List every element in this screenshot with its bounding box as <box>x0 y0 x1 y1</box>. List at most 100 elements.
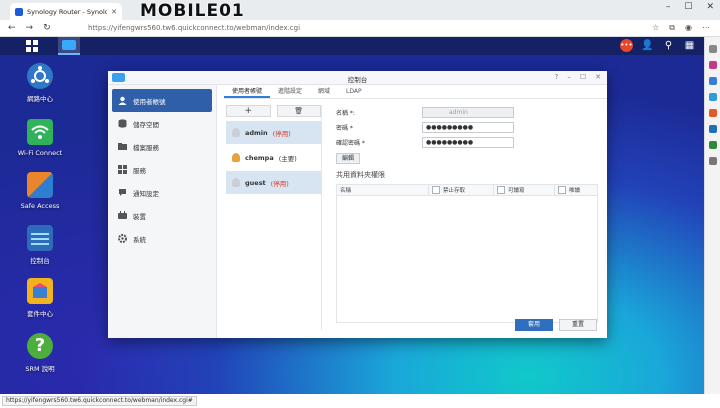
forward-icon[interactable]: → <box>26 23 34 33</box>
sidebar-item-label: 使用者帳號 <box>133 97 166 106</box>
main-menu-grid-icon[interactable] <box>26 40 38 52</box>
permissions-table-body <box>337 196 597 322</box>
close-icon[interactable]: ✕ <box>595 73 601 81</box>
list-item-user-admin[interactable]: admin (停用) <box>226 121 321 144</box>
dsm-taskbar: ••• 👤 ⚲ ▦ <box>0 37 704 55</box>
back-icon[interactable]: ← <box>8 23 16 33</box>
name-label: 名稱 *: <box>336 110 355 117</box>
desktop-icon-wifi-connect[interactable]: Wi-Fi Connect <box>0 119 80 157</box>
desktop-icon-package-center[interactable]: 套件中心 <box>0 278 80 318</box>
sidebar-item-notification[interactable]: 通知設定 <box>112 181 212 204</box>
help-icon: ? <box>27 333 53 359</box>
tab-domain[interactable]: 網域 <box>310 85 338 98</box>
sidebar-item-user-account[interactable]: 使用者帳號 <box>112 89 212 112</box>
notification-chat-icon[interactable]: ••• <box>620 39 633 52</box>
user-account-icon[interactable]: 👤 <box>641 39 654 52</box>
url-field[interactable]: https://yifengwrs560.tw6.quickconnect.to… <box>88 24 652 32</box>
permissions-table-header: 名稱 禁止存取 可讀寫 唯讀 <box>337 185 597 196</box>
storage-icon <box>118 119 127 128</box>
password-field[interactable]: ●●●●●●●●● <box>422 122 514 133</box>
edit-button[interactable]: 編輯 <box>336 153 360 164</box>
browser-tab[interactable]: Synology Router - Synology R... ✕ <box>10 3 122 20</box>
desktop-icon-label: SRM 說明 <box>25 365 55 373</box>
maximize-icon[interactable]: ☐ <box>684 2 692 12</box>
control-panel-icon <box>27 225 53 251</box>
more-icon[interactable]: ⋯ <box>702 23 710 33</box>
control-panel-sidebar: 使用者帳號 儲存空間 檔案服務 服務 通知設定 裝置 系統 <box>108 85 217 338</box>
maximize-icon[interactable]: ☐ <box>580 73 586 81</box>
tab-user-account[interactable]: 使用者帳號 <box>224 85 271 98</box>
games-icon[interactable] <box>708 93 717 101</box>
apply-button[interactable]: 套用 <box>515 319 553 331</box>
trash-icon: 🗑 <box>294 107 304 115</box>
browser-tab-title: Synology Router - Synology R... <box>27 7 108 16</box>
close-icon[interactable]: ✕ <box>706 2 714 12</box>
reset-button[interactable]: 重置 <box>559 319 597 331</box>
close-tab-icon[interactable]: ✕ <box>111 8 117 16</box>
user-list-toolbar: + 🗑 <box>226 105 321 117</box>
sidebar-item-storage[interactable]: 儲存空間 <box>112 112 212 135</box>
confirm-password-label: 確認密碼 * <box>336 140 365 147</box>
sidebar-item-system[interactable]: 系統 <box>112 227 212 250</box>
widgets-icon[interactable]: ▦ <box>683 39 696 52</box>
search-icon[interactable] <box>708 45 717 53</box>
list-item-user-guest[interactable]: guest (停用) <box>226 171 321 194</box>
user-avatar-icon <box>232 128 240 137</box>
outlook-icon[interactable] <box>708 125 717 133</box>
address-bar: ← → ↻ https://yifengwrs560.tw6.quickconn… <box>0 20 720 37</box>
minimize-icon[interactable]: – <box>567 73 571 81</box>
browser-status-bar: https://yifengwrs560.tw6.quickconnect.to… <box>0 394 720 408</box>
tools-icon[interactable] <box>708 77 717 85</box>
minimize-icon[interactable]: – <box>666 2 671 12</box>
add-user-button[interactable]: + <box>226 105 271 117</box>
desktop-icon-control-panel[interactable]: 控制台 <box>0 225 80 265</box>
sidebar-item-file-services[interactable]: 檔案服務 <box>112 135 212 158</box>
window-title-bar[interactable]: 控制台 ? – ☐ ✕ <box>108 71 607 85</box>
col-name: 名稱 <box>337 185 429 195</box>
window-buttons: ? – ☐ ✕ <box>555 73 601 81</box>
taskbar-control-panel[interactable] <box>58 37 80 55</box>
system-gear-icon <box>118 234 127 243</box>
col-no-access-label: 禁止存取 <box>443 188 466 194</box>
profile-icon[interactable]: ◉ <box>685 23 692 33</box>
favorite-star-icon[interactable]: ☆ <box>652 23 659 33</box>
name-field: admin <box>422 107 514 118</box>
tab-ldap[interactable]: LDAP <box>338 85 370 98</box>
col-read-write-label: 可讀寫 <box>508 188 525 194</box>
extensions-icon[interactable]: ⧉ <box>669 23 675 33</box>
read-only-checkbox[interactable] <box>558 186 566 194</box>
desktop-icon-label: Wi-Fi Connect <box>17 149 63 157</box>
network-center-icon <box>27 63 53 89</box>
shopping-icon[interactable] <box>708 61 717 69</box>
address-bar-actions: ☆ ⧉ ◉ ⋯ <box>652 23 720 33</box>
no-access-checkbox[interactable] <box>432 186 440 194</box>
confirm-password-field[interactable]: ●●●●●●●●● <box>422 137 514 148</box>
tab-bar: 使用者帳號 進階設定 網域 LDAP <box>224 85 607 99</box>
desktop-icon-network-center[interactable]: 網路中心 <box>0 63 80 103</box>
col-name-label: 名稱 <box>340 188 352 194</box>
desktop-icon-srm-help[interactable]: ? SRM 說明 <box>0 333 80 373</box>
name-row: 名稱 *: admin <box>336 105 601 120</box>
services-icon <box>118 165 127 174</box>
help-question-icon[interactable]: ? <box>555 73 559 81</box>
sidebar-item-label: 裝置 <box>133 212 146 221</box>
dsm-desktop: ••• 👤 ⚲ ▦ 網路中心 Wi-Fi Connect Safe Access… <box>0 37 704 394</box>
office-icon[interactable] <box>708 109 717 117</box>
sidebar-item-label: 通知設定 <box>133 189 159 198</box>
add-icon[interactable] <box>708 157 717 165</box>
user-avatar-icon <box>232 153 240 162</box>
desktop-icon-safe-access[interactable]: Safe Access <box>0 172 80 210</box>
tab-advanced[interactable]: 進階設定 <box>270 85 310 98</box>
desktop-icon-label: 網路中心 <box>27 95 53 103</box>
sidebar-item-label: 系統 <box>133 235 146 244</box>
shared-folder-permissions-title: 共用資料夾權限 <box>336 171 385 179</box>
desktop-icon-label: 控制台 <box>30 257 50 265</box>
list-item-user-chempa[interactable]: chempa (主要) <box>226 146 321 169</box>
refresh-icon[interactable]: ↻ <box>43 23 51 33</box>
read-write-checkbox[interactable] <box>497 186 505 194</box>
sidebar-item-device[interactable]: 裝置 <box>112 204 212 227</box>
search-icon[interactable]: ⚲ <box>662 39 675 52</box>
sidebar-item-services[interactable]: 服務 <box>112 158 212 181</box>
app-icon[interactable] <box>708 141 717 149</box>
delete-user-button[interactable]: 🗑 <box>276 105 321 117</box>
